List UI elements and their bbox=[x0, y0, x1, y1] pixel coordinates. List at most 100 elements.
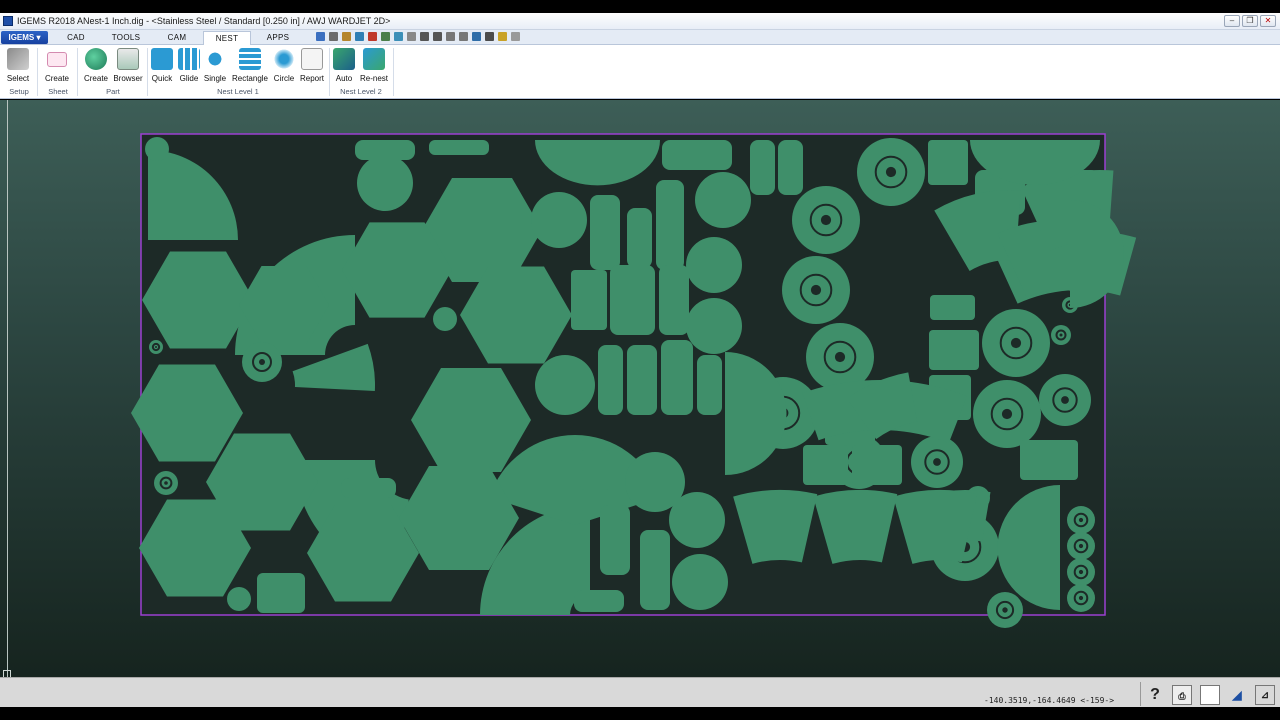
sun-icon[interactable] bbox=[498, 32, 507, 41]
rect-part bbox=[590, 195, 620, 270]
select-label: Select bbox=[6, 74, 30, 83]
quick-access-toolbar bbox=[316, 32, 520, 41]
disc-part bbox=[535, 355, 595, 415]
disc-hole bbox=[834, 351, 846, 363]
print-icon[interactable] bbox=[394, 32, 403, 41]
circle-button[interactable]: Circle bbox=[272, 48, 296, 83]
disc-part bbox=[686, 237, 742, 293]
disc-part bbox=[669, 492, 725, 548]
group-divider bbox=[329, 48, 330, 96]
rect-part bbox=[355, 140, 415, 160]
glide-label: Glide bbox=[179, 74, 199, 83]
circle-label: Circle bbox=[273, 74, 295, 83]
disc-hole bbox=[1002, 607, 1008, 613]
rect-part bbox=[429, 140, 489, 155]
single-button[interactable]: Single bbox=[203, 48, 227, 83]
browser-button[interactable]: Browser bbox=[112, 48, 144, 83]
settings-icon[interactable] bbox=[472, 32, 481, 41]
rect-part bbox=[662, 140, 732, 170]
rect-part bbox=[929, 330, 979, 370]
restore-button[interactable]: ❐ bbox=[1242, 15, 1258, 27]
tool-icon[interactable] bbox=[316, 32, 325, 41]
rect-part bbox=[928, 140, 968, 185]
measure-icon[interactable] bbox=[329, 32, 338, 41]
group-divider bbox=[37, 48, 38, 96]
disc-hole bbox=[810, 284, 822, 296]
copy-icon[interactable] bbox=[459, 32, 468, 41]
disc-hole bbox=[820, 214, 832, 226]
export-icon[interactable] bbox=[381, 32, 390, 41]
tab-nest[interactable]: NEST bbox=[203, 31, 251, 46]
group-setup-label: Setup bbox=[9, 87, 29, 96]
disc-hole bbox=[1061, 396, 1069, 404]
rect-part bbox=[852, 445, 902, 485]
quick-nest-icon bbox=[151, 48, 173, 70]
rect-part bbox=[600, 505, 630, 575]
report-label: Report bbox=[299, 74, 324, 83]
tab-cad[interactable]: CAD bbox=[52, 31, 100, 45]
auto-button[interactable]: Auto bbox=[332, 48, 356, 83]
more-icon[interactable] bbox=[511, 32, 520, 41]
renest-icon bbox=[363, 48, 385, 70]
group-nest1-label: Nest Level 1 bbox=[217, 87, 259, 96]
disc-hole bbox=[154, 345, 158, 349]
report-button[interactable]: Report bbox=[299, 48, 325, 83]
disc-hole bbox=[933, 458, 941, 466]
title-bar: IGEMS R2018 ANest-1 Inch.dig - <Stainles… bbox=[0, 13, 1280, 30]
close-button[interactable]: ✕ bbox=[1260, 15, 1276, 27]
renest-label: Re-nest bbox=[359, 74, 388, 83]
layers-icon[interactable] bbox=[342, 32, 351, 41]
glide-button[interactable]: Glide bbox=[177, 48, 201, 83]
glide-icon bbox=[178, 48, 200, 70]
quick-button[interactable]: Quick bbox=[150, 48, 174, 83]
minimize-button[interactable]: – bbox=[1224, 15, 1240, 27]
disc-part bbox=[145, 137, 169, 161]
angle-icon[interactable]: ◢ bbox=[1227, 685, 1247, 705]
rectangle-button[interactable]: Rectangle bbox=[231, 48, 269, 83]
select-button[interactable]: Select bbox=[4, 48, 32, 83]
rect-part bbox=[341, 478, 396, 498]
disc-hole bbox=[1059, 333, 1063, 337]
ortho-icon[interactable]: ⊿ bbox=[1255, 685, 1275, 705]
tab-cam[interactable]: CAM bbox=[153, 31, 201, 45]
snap-box-icon[interactable] bbox=[1200, 685, 1220, 705]
rect-part bbox=[571, 270, 607, 330]
wrench-icon[interactable] bbox=[485, 32, 494, 41]
rect-part bbox=[659, 265, 689, 335]
document-icon[interactable]: ⎙ bbox=[1172, 685, 1192, 705]
arc-icon[interactable] bbox=[433, 32, 442, 41]
renest-button[interactable]: Re-nest bbox=[359, 48, 389, 83]
group-part-label: Part bbox=[106, 87, 120, 96]
grid-icon[interactable] bbox=[446, 32, 455, 41]
browser-label: Browser bbox=[113, 74, 143, 83]
create-sheet-button[interactable]: Create bbox=[43, 48, 71, 83]
app-menu-button[interactable]: IGEMS ▾ bbox=[1, 31, 48, 44]
disc-hole bbox=[164, 481, 168, 485]
rect-part bbox=[661, 340, 693, 415]
pen-icon[interactable] bbox=[368, 32, 377, 41]
disc-hole bbox=[1078, 517, 1084, 523]
rect-part bbox=[803, 445, 848, 485]
auto-nest-icon bbox=[333, 48, 355, 70]
window-title: IGEMS R2018 ANest-1 Inch.dig - <Stainles… bbox=[17, 16, 391, 26]
tab-apps[interactable]: APPS bbox=[254, 31, 302, 45]
help-icon[interactable]: ? bbox=[1145, 685, 1165, 705]
status-bar: -140.3519,-164.4649 <-159-> ? ⎙ ◢ ⊿ bbox=[0, 677, 1280, 707]
drawing-canvas[interactable] bbox=[0, 100, 1280, 678]
disc-part bbox=[531, 192, 587, 248]
view-icon[interactable] bbox=[355, 32, 364, 41]
igems-window: IGEMS R2018 ANest-1 Inch.dig - <Stainles… bbox=[0, 0, 1280, 720]
create-part-button[interactable]: Create bbox=[82, 48, 110, 83]
disc-part bbox=[695, 172, 751, 228]
rectangle-label: Rectangle bbox=[231, 74, 269, 83]
nest-sheet[interactable] bbox=[0, 100, 1280, 677]
disc-part bbox=[433, 307, 457, 331]
tab-tools[interactable]: TOOLS bbox=[102, 31, 150, 45]
rect-part bbox=[580, 450, 610, 490]
rect-part bbox=[640, 530, 670, 610]
rect-part bbox=[598, 345, 623, 415]
select-icon bbox=[7, 48, 29, 70]
corner-icon[interactable] bbox=[420, 32, 429, 41]
group-divider bbox=[393, 48, 394, 96]
shape-icon[interactable] bbox=[407, 32, 416, 41]
